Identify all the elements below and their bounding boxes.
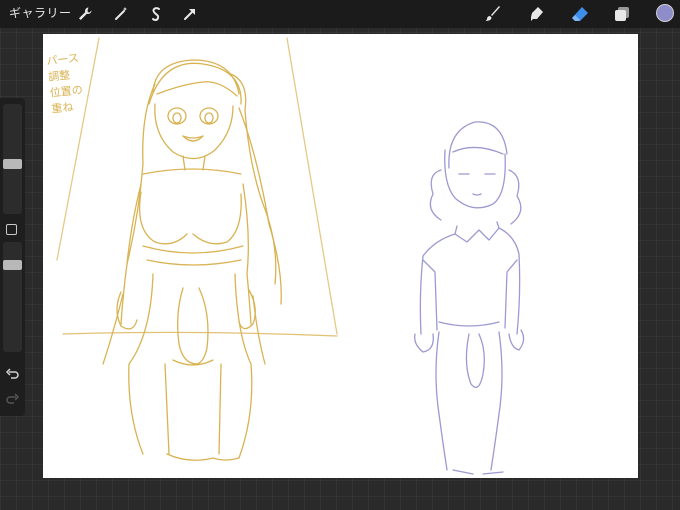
smudge-icon xyxy=(531,7,543,21)
left-figure-sketch xyxy=(56,37,338,461)
left-sidebar xyxy=(0,98,25,416)
actions-button[interactable] xyxy=(74,3,96,25)
wrench-icon xyxy=(79,7,92,20)
opacity-slider[interactable] xyxy=(3,242,22,352)
eraser-tool-button[interactable] xyxy=(569,3,591,25)
smudge-tool-button[interactable] xyxy=(526,3,548,25)
modify-button[interactable] xyxy=(6,224,17,235)
handwritten-note: パース調整 位置の重ね xyxy=(45,51,84,116)
opacity-thumb[interactable] xyxy=(3,260,22,270)
brush-tool-button[interactable] xyxy=(482,3,504,25)
layers-button[interactable] xyxy=(611,3,633,25)
selection-button[interactable] xyxy=(145,3,167,25)
drawing-canvas[interactable]: パース調整 位置の重ね xyxy=(43,34,638,478)
sketch-artwork xyxy=(56,37,525,475)
brush-icon xyxy=(485,6,500,21)
transform-arrow-icon xyxy=(184,9,195,20)
selection-icon xyxy=(152,7,160,21)
redo-icon xyxy=(6,393,20,404)
gallery-button[interactable]: ギャラリー xyxy=(9,6,72,20)
layers-icon xyxy=(615,7,629,21)
undo-icon xyxy=(5,368,19,379)
color-picker-button[interactable] xyxy=(656,4,674,22)
right-figure-sketch xyxy=(414,121,525,475)
eraser-icon xyxy=(572,7,588,21)
undo-button[interactable] xyxy=(5,366,20,380)
top-toolbar: ギャラリー xyxy=(0,0,680,28)
brush-size-thumb[interactable] xyxy=(3,159,22,169)
transform-button[interactable] xyxy=(179,3,201,25)
redo-button[interactable] xyxy=(5,391,20,405)
adjustments-button[interactable] xyxy=(110,3,132,25)
magic-wand-icon xyxy=(115,7,127,20)
